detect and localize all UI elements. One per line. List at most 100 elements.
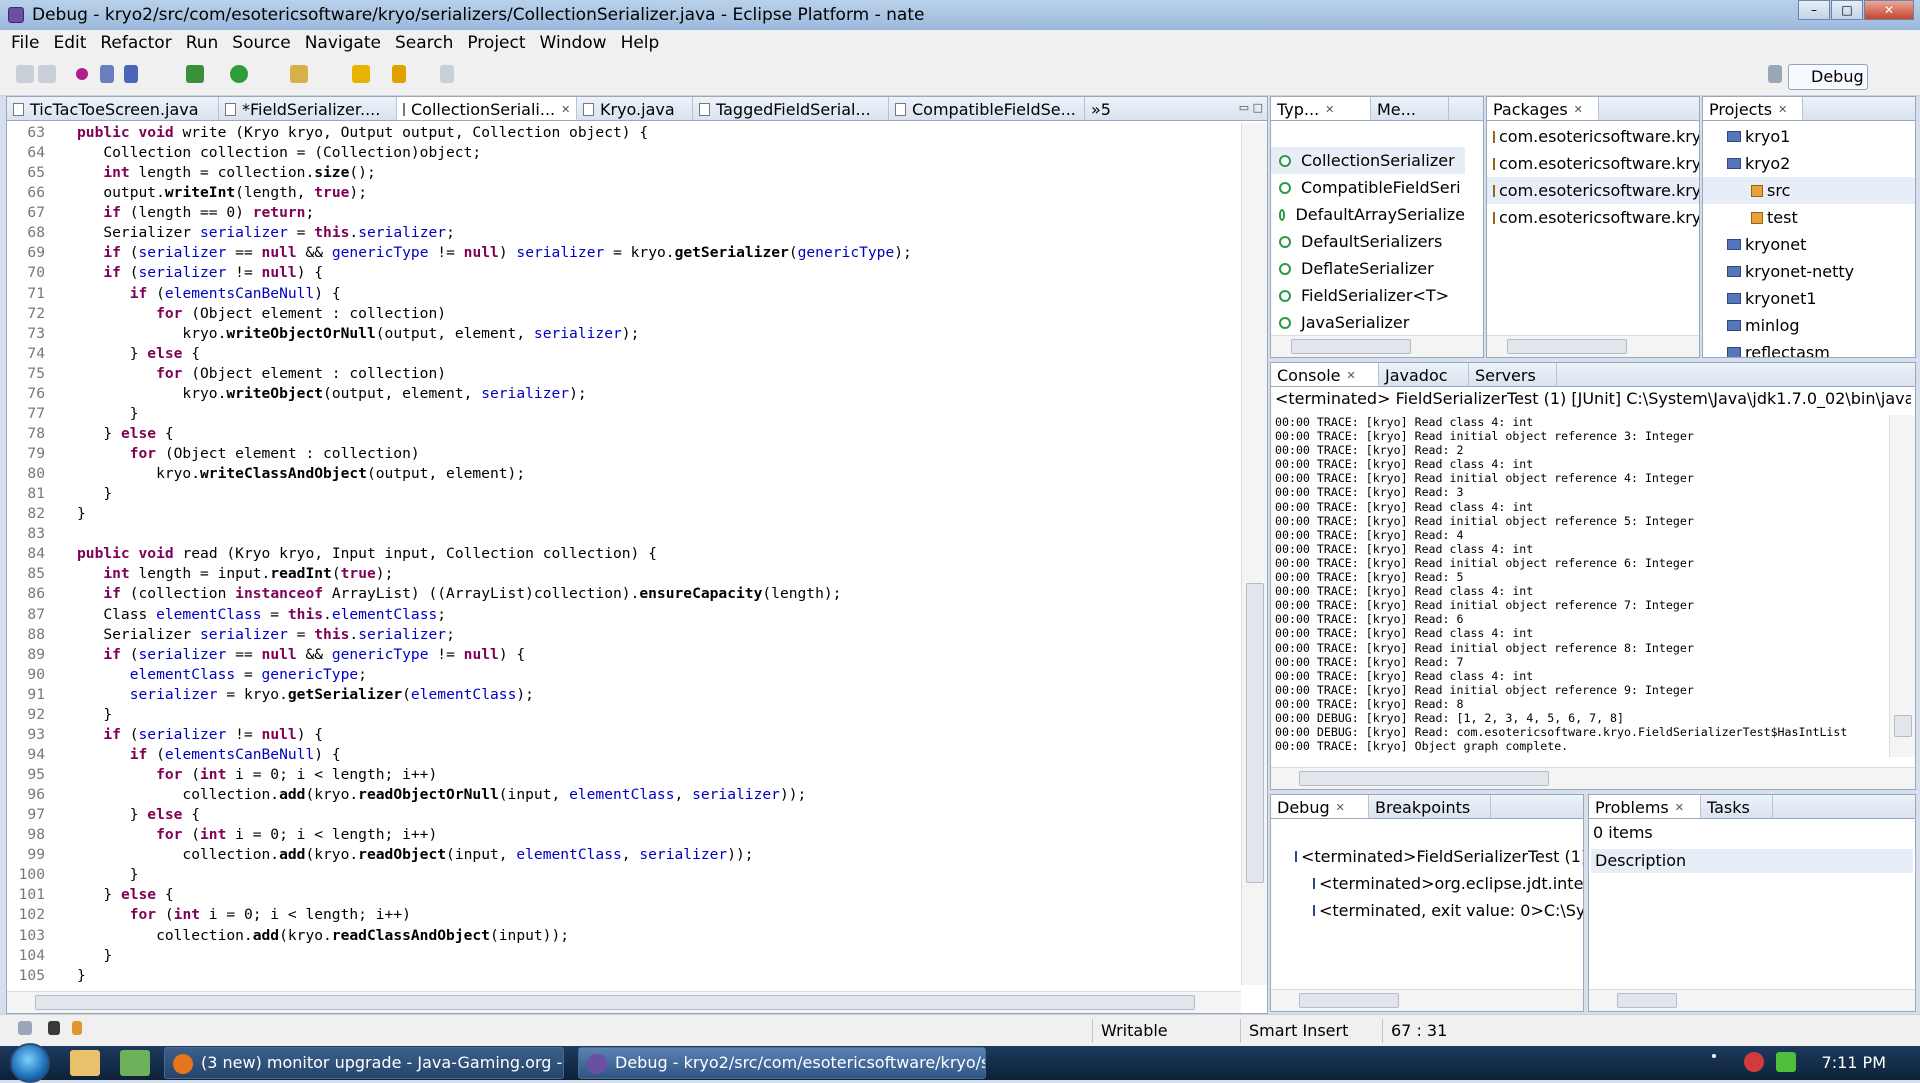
description-column-header[interactable]: Description — [1591, 849, 1913, 873]
close-tab-icon[interactable]: ✕ — [1574, 103, 1583, 116]
type-horizontal-scrollbar[interactable] — [1271, 335, 1483, 357]
code-line[interactable]: 64 Collection collection = (Collection)o… — [7, 143, 1237, 163]
code-line[interactable]: 97 } else { — [7, 805, 1237, 825]
debug-breakpoint-icon[interactable] — [76, 68, 88, 80]
notepad-icon[interactable] — [120, 1050, 150, 1076]
menu-window[interactable]: Window — [533, 33, 614, 53]
tray-chat-icon[interactable] — [1776, 1052, 1796, 1072]
tab-projects[interactable]: Projects ✕ — [1703, 97, 1803, 120]
tab-problems[interactable]: Problems ✕ — [1589, 795, 1701, 818]
debug-perspective-button[interactable]: Debug — [1788, 64, 1868, 90]
code-line[interactable]: 90 elementClass = genericType; — [7, 665, 1237, 685]
tab-kryo[interactable]: Kryo.java — [577, 97, 693, 120]
tab-console[interactable]: Console ✕ — [1271, 363, 1379, 386]
tree-item[interactable]: kryonet1 — [1703, 285, 1915, 312]
tab-compatiblefieldserializer[interactable]: CompatibleFieldSe... — [889, 97, 1085, 120]
tree-item[interactable]: kryonet — [1703, 231, 1915, 258]
menu-help[interactable]: Help — [614, 33, 667, 53]
code-line[interactable]: 70 if (serializer != null) { — [7, 263, 1237, 283]
code-line[interactable]: 80 kryo.writeClassAndObject(output, elem… — [7, 464, 1237, 484]
code-line[interactable]: 84 public void read (Kryo kryo, Input inp… — [7, 544, 1237, 564]
code-line[interactable]: 75 for (Object element : collection) — [7, 364, 1237, 384]
code-line[interactable]: 73 kryo.writeObjectOrNull(output, elemen… — [7, 324, 1237, 344]
code-line[interactable]: 76 kryo.writeObject(output, element, ser… — [7, 384, 1237, 404]
tab-breakpoints[interactable]: Breakpoints — [1369, 795, 1491, 818]
menu-refactor[interactable]: Refactor — [93, 33, 178, 53]
tab-taggedfieldserializer[interactable]: TaggedFieldSerial... — [693, 97, 889, 120]
code-line[interactable]: 100 } — [7, 865, 1237, 885]
code-line[interactable]: 72 for (Object element : collection) — [7, 304, 1237, 324]
tree-item[interactable]: kryonet-netty — [1703, 258, 1915, 285]
menu-search[interactable]: Search — [388, 33, 460, 53]
tab-packages[interactable]: Packages ✕ — [1487, 97, 1599, 120]
close-tab-icon[interactable]: ✕ — [1347, 369, 1356, 382]
tree-item[interactable]: src — [1703, 177, 1915, 204]
code-line[interactable]: 88 Serializer serializer = this.serializ… — [7, 625, 1237, 645]
tab-tictactoescreen[interactable]: TicTacToeScreen.java — [7, 97, 219, 120]
menu-navigate[interactable]: Navigate — [298, 33, 388, 53]
code-line[interactable]: 99 collection.add(kryo.readObject(input,… — [7, 845, 1237, 865]
list-item[interactable]: JavaSerializer — [1271, 309, 1465, 336]
list-item[interactable]: com.esotericsoftware.kry — [1487, 204, 1699, 231]
problems-horizontal-scrollbar[interactable] — [1589, 989, 1915, 1011]
code-line[interactable]: 96 collection.add(kryo.readObjectOrNull(… — [7, 785, 1237, 805]
code-line[interactable]: 92 } — [7, 705, 1237, 725]
tab-servers[interactable]: Servers — [1469, 363, 1557, 386]
code-line[interactable]: 83 — [7, 524, 1237, 544]
run-icon[interactable] — [230, 65, 248, 83]
close-window-button[interactable]: ✕ — [1864, 0, 1914, 20]
fast-view-icon[interactable] — [18, 1021, 32, 1035]
console-horizontal-scrollbar[interactable] — [1271, 767, 1915, 789]
list-item[interactable]: DefaultSerializers — [1271, 228, 1465, 255]
tree-item[interactable]: <terminated>FieldSerializerTest (1) — [1271, 843, 1583, 870]
code-area[interactable]: 63 public void write (Kryo kryo, Output o… — [7, 123, 1237, 985]
tab-javadoc[interactable]: Javadoc — [1379, 363, 1469, 386]
run-last-icon[interactable] — [124, 65, 138, 83]
code-line[interactable]: 63 public void write (Kryo kryo, Output o… — [7, 123, 1237, 143]
code-line[interactable]: 82} — [7, 504, 1237, 524]
list-item[interactable]: DefaultArraySerialize — [1271, 201, 1465, 228]
more-tabs-button[interactable]: »5 — [1085, 97, 1125, 120]
taskbar-clock[interactable]: 7:11 PM — [1822, 1046, 1886, 1080]
menu-edit[interactable]: Edit — [46, 33, 93, 53]
editor-minimize-maximize[interactable]: ▭ □ — [1239, 101, 1263, 114]
tab-debug[interactable]: Debug ✕ — [1271, 795, 1369, 818]
bug-icon[interactable] — [48, 1021, 60, 1035]
pencil-icon[interactable] — [352, 65, 370, 83]
tree-item[interactable]: kryo1 — [1703, 123, 1915, 150]
console-output[interactable]: 00:00 TRACE: [kryo] Read class 4: int 00:… — [1275, 415, 1889, 757]
code-line[interactable]: 86 if (collection instanceof ArrayList) … — [7, 584, 1237, 604]
tab-fieldserializer[interactable]: *FieldSerializer.... — [219, 97, 397, 120]
open-perspective-icon[interactable] — [1768, 65, 1782, 83]
editor-vertical-scrollbar[interactable] — [1241, 123, 1267, 985]
save-icon[interactable] — [16, 65, 34, 83]
code-line[interactable]: 68 Serializer serializer = this.serializ… — [7, 223, 1237, 243]
editor-horizontal-scrollbar[interactable] — [7, 991, 1241, 1013]
code-line[interactable]: 94 if (elementsCanBeNull) { — [7, 745, 1237, 765]
packages-horizontal-scrollbar[interactable] — [1487, 335, 1699, 357]
menu-source[interactable]: Source — [225, 33, 297, 53]
code-line[interactable]: 98 for (int i = 0; i < length; i++) — [7, 825, 1237, 845]
console-vertical-scrollbar[interactable] — [1889, 415, 1915, 757]
tree-item[interactable]: <terminated>org.eclipse.jdt.inte — [1271, 870, 1583, 897]
close-tab-icon[interactable]: ✕ — [1336, 801, 1345, 814]
code-line[interactable]: 93 if (serializer != null) { — [7, 725, 1237, 745]
tab-collectionserializer[interactable]: CollectionSeriali... ✕ — [397, 97, 577, 120]
close-tab-icon[interactable]: ✕ — [561, 103, 570, 116]
code-line[interactable]: 71 if (elementsCanBeNull) { — [7, 284, 1237, 304]
close-tab-icon[interactable]: ✕ — [1778, 103, 1787, 116]
menu-file[interactable]: File — [4, 33, 46, 53]
maximize-button[interactable]: □ — [1831, 0, 1863, 20]
open-folder-icon[interactable] — [290, 65, 308, 83]
code-line[interactable]: 89 if (serializer == null && genericType… — [7, 645, 1237, 665]
tab-tasks[interactable]: Tasks — [1701, 795, 1773, 818]
save-all-icon[interactable] — [38, 65, 56, 83]
resume-icon[interactable] — [100, 65, 114, 83]
code-line[interactable]: 104 } — [7, 946, 1237, 966]
list-item[interactable]: CompatibleFieldSeri — [1271, 174, 1465, 201]
close-tab-icon[interactable]: ✕ — [1325, 103, 1334, 116]
taskbar-eclipse-window[interactable]: Debug - kryo2/src/com/esotericsoftware/k… — [578, 1047, 986, 1079]
taskbar-firefox-window[interactable]: (3 new) monitor upgrade - Java-Gaming.or… — [164, 1047, 564, 1079]
start-button[interactable] — [10, 1043, 50, 1083]
code-line[interactable]: 79 for (Object element : collection) — [7, 444, 1237, 464]
